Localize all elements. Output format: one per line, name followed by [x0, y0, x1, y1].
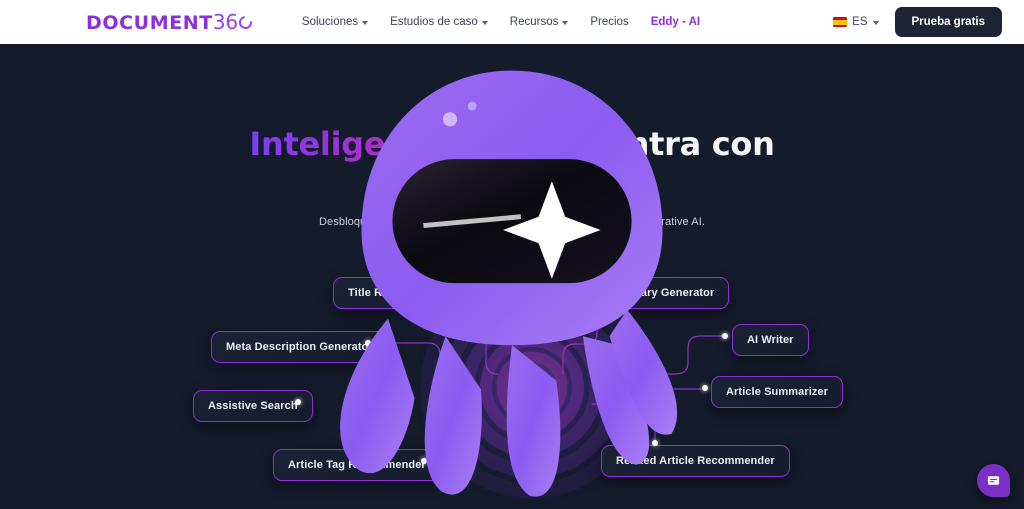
nav-item-estudios-de-caso[interactable]: Estudios de caso	[390, 16, 488, 28]
nav-item-label: Estudios de caso	[390, 16, 478, 28]
top-navbar: DOCUMENT 36 Soluciones Estudios de caso …	[0, 0, 1024, 44]
logo-secondary-text: 36	[213, 10, 255, 34]
nav-item-soluciones[interactable]: Soluciones	[301, 16, 369, 28]
nav-item-label: Precios	[590, 16, 629, 28]
language-code: ES	[852, 16, 868, 28]
nav-item-label: Soluciones	[301, 16, 359, 28]
nav-item-eddy-ai[interactable]: Eddy - AI	[651, 16, 700, 28]
chevron-down-icon	[872, 21, 879, 25]
head-highlight	[467, 101, 477, 111]
ai-features-diagram: Title Recommender Meta Description Gener…	[0, 44, 1024, 509]
language-selector[interactable]: ES	[833, 16, 879, 28]
chevron-down-icon	[362, 21, 369, 25]
nav-item-label: Recursos	[509, 16, 559, 28]
navbar-right: ES Prueba gratis	[833, 7, 1002, 37]
head-highlight	[442, 112, 458, 127]
nav-links: Soluciones Estudios de caso Recursos Pre…	[302, 16, 700, 28]
document360-logo[interactable]: DOCUMENT 36	[86, 10, 255, 34]
chevron-down-icon	[562, 21, 569, 25]
nav-item-recursos[interactable]: Recursos	[510, 16, 569, 28]
nav-item-label: Eddy - AI	[650, 16, 701, 28]
hero-section: Inteligencia se encuentra con informació…	[0, 44, 1024, 509]
free-trial-button[interactable]: Prueba gratis	[894, 7, 1002, 37]
chevron-down-icon	[481, 21, 488, 25]
logo-primary-text: DOCUMENT	[86, 12, 213, 34]
octopus-ai-mascot	[340, 70, 678, 497]
chat-widget-button[interactable]	[977, 464, 1010, 497]
nav-item-precios[interactable]: Precios	[590, 16, 628, 28]
spain-flag-icon	[833, 17, 848, 27]
chat-bubble-icon	[987, 476, 1000, 485]
mascot-visor	[392, 159, 632, 284]
circle-o-icon	[236, 12, 255, 32]
